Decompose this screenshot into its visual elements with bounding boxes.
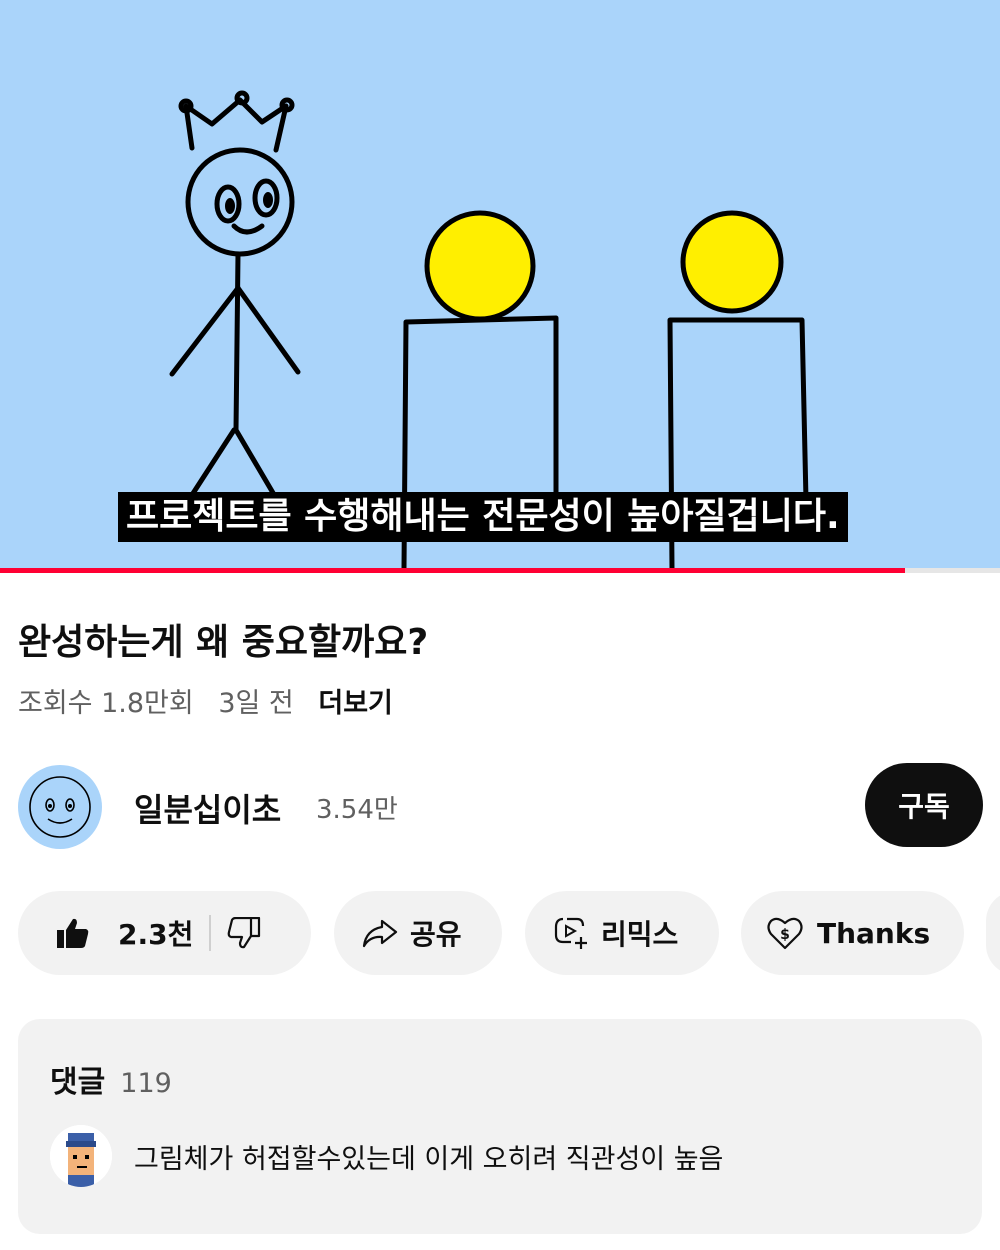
channel-name[interactable]: 일분십이초	[134, 785, 281, 831]
comments-panel[interactable]: 댓글 119 그림체가 허접할수있는데 이게 오히려 직관성이 높음	[18, 1019, 982, 1234]
like-dislike-pill: 2.3천	[18, 891, 311, 975]
share-label: 공유	[410, 918, 462, 951]
remix-label: 리믹스	[601, 918, 679, 951]
channel-avatar[interactable]	[18, 765, 102, 849]
commenter-avatar[interactable]	[50, 1125, 112, 1187]
video-meta[interactable]: 조회수 1.8만회 3일 전 더보기	[18, 681, 409, 720]
comments-header: 댓글 119	[50, 1057, 172, 1101]
subscriber-count: 3.54만	[316, 795, 398, 825]
subscribe-button[interactable]: 구독	[865, 763, 983, 847]
comments-count: 119	[120, 1068, 172, 1099]
thanks-button[interactable]: $ Thanks	[741, 891, 964, 975]
remix-button[interactable]: 리믹스	[525, 891, 719, 975]
remix-icon	[553, 915, 591, 951]
thumbs-up-icon[interactable]	[56, 917, 90, 949]
heart-dollar-icon: $	[767, 916, 803, 950]
svg-text:$: $	[780, 927, 790, 943]
top-comment-text: 그림체가 허접할수있는데 이게 오히려 직관성이 높음	[134, 1144, 724, 1175]
pixel-avatar-icon	[50, 1125, 112, 1187]
more-link[interactable]: 더보기	[318, 688, 393, 719]
thanks-label: Thanks	[817, 916, 931, 950]
share-arrow-icon	[362, 918, 398, 948]
yellow-ball-left	[424, 210, 536, 322]
channel-row: 일분십이초 3.54만 구독	[0, 763, 1000, 853]
thumbs-down-icon[interactable]	[227, 917, 261, 949]
share-button[interactable]: 공유	[334, 891, 502, 975]
crown-drawing	[183, 97, 289, 153]
video-subtitle: 프로젝트를 수행해내는 전문성이 높아질겁니다.	[118, 492, 848, 542]
action-bar: 2.3천 공유 리믹스 $ Thanks	[0, 891, 1000, 975]
video-frame-drawing	[169, 90, 809, 568]
more-actions-button[interactable]	[986, 891, 1000, 975]
view-count: 조회수 1.8만회	[18, 688, 194, 719]
video-info-sheet: 완성하는게 왜 중요할까요? 조회수 1.8만회 3일 전 더보기 일분십이초 …	[0, 573, 1000, 1250]
like-divider	[209, 915, 212, 951]
video-player[interactable]: 프로젝트를 수행해내는 전문성이 높아질겁니다.	[0, 0, 1000, 568]
smiley-face-icon	[29, 776, 91, 838]
upload-age: 3일 전	[218, 688, 294, 719]
like-count[interactable]: 2.3천	[118, 913, 193, 953]
comments-title: 댓글	[50, 1065, 106, 1100]
video-title: 완성하는게 왜 중요할까요?	[18, 622, 429, 663]
yellow-ball-right	[680, 210, 784, 314]
